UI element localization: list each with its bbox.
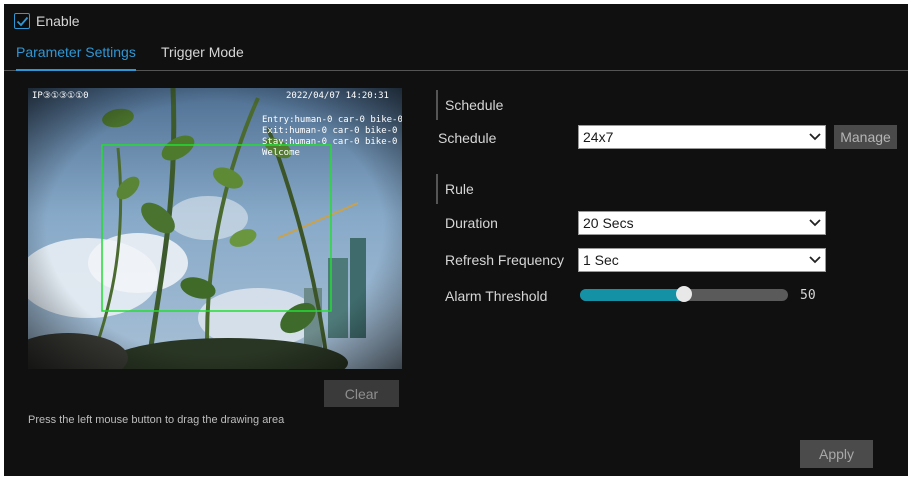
alarm-threshold-value: 50	[800, 288, 816, 303]
tab-parameter-settings[interactable]: Parameter Settings	[16, 44, 136, 71]
settings-panel: Enable Parameter Settings Trigger Mode I…	[4, 4, 908, 476]
tab-trigger-mode[interactable]: Trigger Mode	[161, 44, 244, 69]
osd-line: Entry:human-0 car-0 bike-0	[262, 115, 402, 125]
manage-button[interactable]: Manage	[834, 125, 897, 149]
duration-select-value: 20 Secs	[583, 215, 634, 231]
duration-select[interactable]: 20 Secs	[578, 211, 826, 235]
schedule-select[interactable]: 24x7	[578, 125, 826, 149]
camera-preview[interactable]: IP③①③①①0 2022/04/07 14:20:31 Entry:human…	[28, 88, 402, 369]
chevron-down-icon	[805, 219, 825, 227]
refresh-frequency-label: Refresh Frequency	[445, 252, 565, 268]
drawing-hint: Press the left mouse button to drag the …	[28, 414, 285, 426]
chevron-down-icon	[805, 256, 825, 264]
enable-label: Enable	[36, 13, 80, 29]
refresh-frequency-select-value: 1 Sec	[583, 252, 619, 268]
alarm-threshold-slider[interactable]	[580, 286, 788, 302]
duration-label: Duration	[445, 215, 498, 231]
osd-line: Exit:human-0 car-0 bike-0	[262, 126, 397, 136]
checkmark-icon	[16, 16, 28, 26]
osd-channel: IP③①③①①0	[32, 91, 89, 101]
enable-row[interactable]: Enable	[14, 11, 80, 31]
slider-fill	[580, 289, 684, 301]
slider-handle[interactable]	[676, 286, 692, 302]
clear-button[interactable]: Clear	[324, 380, 399, 407]
enable-checkbox[interactable]	[14, 13, 30, 29]
apply-button[interactable]: Apply	[800, 440, 873, 468]
tab-bar: Parameter Settings Trigger Mode	[4, 38, 908, 71]
alarm-threshold-label: Alarm Threshold	[445, 288, 548, 304]
schedule-select-value: 24x7	[583, 129, 614, 145]
schedule-section-title: Schedule	[436, 90, 503, 120]
chevron-down-icon	[805, 133, 825, 141]
schedule-label: Schedule	[438, 130, 497, 146]
rule-section-title: Rule	[436, 174, 474, 204]
refresh-frequency-select[interactable]: 1 Sec	[578, 248, 826, 272]
osd-line: Welcome	[262, 148, 300, 158]
osd-timestamp: 2022/04/07 14:20:31	[286, 91, 389, 101]
camera-image: IP③①③①①0 2022/04/07 14:20:31 Entry:human…	[28, 88, 402, 369]
